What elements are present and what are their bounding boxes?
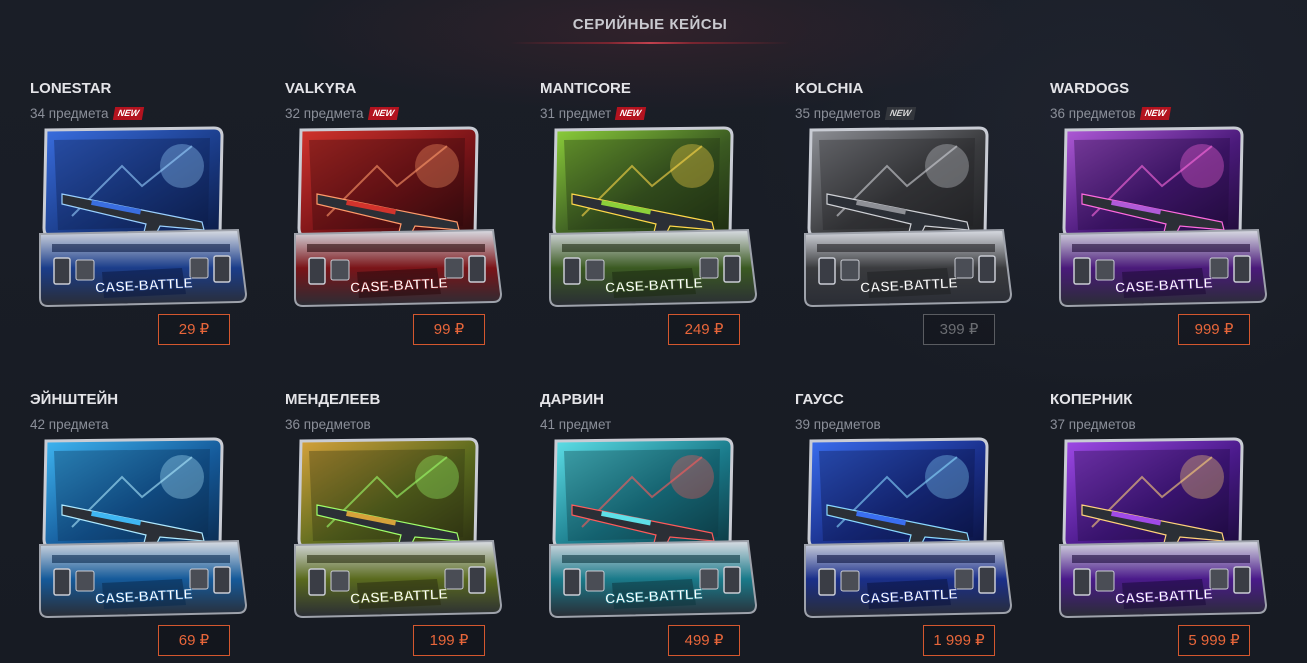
case-item-count-row: 34 предмета NEW — [30, 106, 144, 121]
new-badge: NEW — [615, 107, 647, 120]
case-item-count-row: 36 предметов — [285, 417, 371, 432]
case-gauss[interactable]: CASE-BATTLE — [797, 437, 1015, 622]
case-mendeleev[interactable]: CASE-BATTLE — [287, 437, 505, 622]
new-badge: NEW — [1139, 107, 1171, 120]
new-badge: NEW — [884, 107, 916, 120]
case-kolchia[interactable]: CASE-BATTLE — [797, 126, 1015, 311]
case-card-9[interactable]: КОПЕРНИК 37 предметов CASE-BATTLE 5 999 ₽ — [1050, 391, 1290, 663]
case-card-8[interactable]: ГАУСС 39 предметов CASE-BATTLE 1 999 ₽ — [795, 391, 1035, 663]
case-name[interactable]: КОПЕРНИК — [1050, 391, 1132, 408]
new-badge: NEW — [112, 107, 144, 120]
case-item-count-row: 39 предметов — [795, 417, 881, 432]
price-button[interactable]: 99 ₽ — [413, 314, 485, 345]
case-item-count: 34 предмета — [30, 106, 109, 121]
case-manticore[interactable]: CASE-BATTLE — [542, 126, 760, 311]
case-name[interactable]: KOLCHIA — [795, 80, 863, 97]
case-item-count-row: 35 предметов NEW — [795, 106, 916, 121]
price-button[interactable]: 999 ₽ — [1178, 314, 1250, 345]
case-item-count-row: 32 предмета NEW — [285, 106, 399, 121]
section-title-text: СЕРИЙНЫЕ КЕЙСЫ — [572, 16, 728, 33]
case-name[interactable]: LONESTAR — [30, 80, 111, 97]
price-button[interactable]: 249 ₽ — [668, 314, 740, 345]
case-name[interactable]: МЕНДЕЛЕЕВ — [285, 391, 380, 408]
case-item-count: 31 предмет — [540, 106, 612, 121]
case-item-count-row: 36 предметов NEW — [1050, 106, 1171, 121]
case-card-4[interactable]: WARDOGS 36 предметов NEW CASE-BATTLE 999 ₽ — [1050, 80, 1290, 355]
case-item-count: 36 предметов — [285, 417, 371, 432]
case-card-0[interactable]: LONESTAR 34 предмета NEW CASE-BATTLE 29 ₽ — [30, 80, 270, 355]
case-card-5[interactable]: ЭЙНШТЕЙН 42 предмета CASE-BATTLE 69 ₽ — [30, 391, 270, 663]
price-button[interactable]: 29 ₽ — [158, 314, 230, 345]
case-einstein[interactable]: CASE-BATTLE — [32, 437, 250, 622]
case-wardogs[interactable]: CASE-BATTLE — [1052, 126, 1270, 311]
case-item-count: 41 предмет — [540, 417, 612, 432]
case-item-count-row: 42 предмета — [30, 417, 109, 432]
new-badge: NEW — [367, 107, 399, 120]
case-name[interactable]: ДАРВИН — [540, 391, 604, 408]
case-name[interactable]: ГАУСС — [795, 391, 844, 408]
price-button[interactable]: 1 999 ₽ — [923, 625, 995, 656]
case-item-count: 32 предмета — [285, 106, 364, 121]
case-name[interactable]: MANTICORE — [540, 80, 631, 97]
case-card-3[interactable]: KOLCHIA 35 предметов NEW CASE-BATTLE 399 ₽ — [795, 80, 1035, 355]
case-card-7[interactable]: ДАРВИН 41 предмет CASE-BATTLE 499 ₽ — [540, 391, 780, 663]
case-copernicus[interactable]: CASE-BATTLE — [1052, 437, 1270, 622]
case-name[interactable]: VALKYRA — [285, 80, 356, 97]
case-card-6[interactable]: МЕНДЕЛЕЕВ 36 предметов CASE-BATTLE 199 ₽ — [285, 391, 525, 663]
case-valkyra[interactable]: CASE-BATTLE — [287, 126, 505, 311]
case-item-count: 35 предметов — [795, 106, 881, 121]
case-item-count: 37 предметов — [1050, 417, 1136, 432]
section-title: СЕРИЙНЫЕ КЕЙСЫ — [510, 8, 790, 44]
case-item-count: 42 предмета — [30, 417, 109, 432]
case-item-count: 36 предметов — [1050, 106, 1136, 121]
case-card-1[interactable]: VALKYRA 32 предмета NEW CASE-BATTLE 99 ₽ — [285, 80, 525, 355]
case-name[interactable]: ЭЙНШТЕЙН — [30, 391, 118, 408]
price-button[interactable]: 5 999 ₽ — [1178, 625, 1250, 656]
price-button[interactable]: 199 ₽ — [413, 625, 485, 656]
case-item-count-row: 37 предметов — [1050, 417, 1136, 432]
case-item-count-row: 41 предмет — [540, 417, 611, 432]
price-button[interactable]: 499 ₽ — [668, 625, 740, 656]
case-item-count: 39 предметов — [795, 417, 881, 432]
price-button[interactable]: 399 ₽ — [923, 314, 995, 345]
case-lonestar[interactable]: CASE-BATTLE — [32, 126, 250, 311]
case-card-2[interactable]: MANTICORE 31 предмет NEW CASE-BATTLE 249 ₽ — [540, 80, 780, 355]
case-item-count-row: 31 предмет NEW — [540, 106, 647, 121]
case-name[interactable]: WARDOGS — [1050, 80, 1129, 97]
cases-grid: LONESTAR 34 предмета NEW CASE-BATTLE 29 ₽ VAL… — [30, 80, 1290, 660]
case-darwin[interactable]: CASE-BATTLE — [542, 437, 760, 622]
price-button[interactable]: 69 ₽ — [158, 625, 230, 656]
